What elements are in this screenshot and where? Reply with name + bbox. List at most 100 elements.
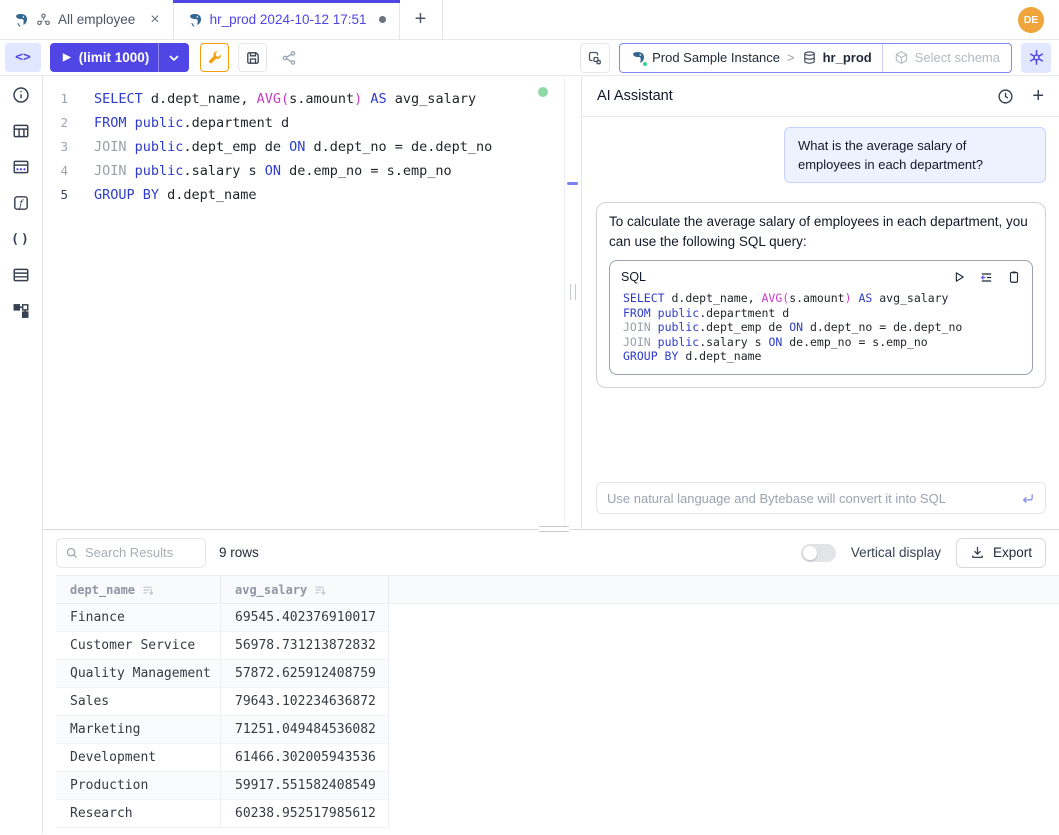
connection-breadcrumb[interactable]: Prod Sample Instance > hr_prod Select sc…	[619, 43, 1012, 73]
save-button[interactable]	[238, 43, 267, 72]
cell-avg-salary[interactable]: 61466.302005943536	[221, 744, 389, 772]
table-icon	[12, 266, 30, 284]
toggle-knob	[803, 546, 817, 560]
editor-scrollbar-strip	[564, 76, 581, 529]
schema-selector[interactable]: Select schema	[882, 44, 1011, 72]
tab-hr-prod[interactable]: hr_prod 2024-10-12 17:51	[174, 0, 400, 39]
search-input[interactable]	[85, 545, 197, 560]
run-options-caret[interactable]	[158, 43, 189, 72]
cell-dept-name[interactable]: Production	[56, 772, 221, 800]
results-table: dept_name avg_salary Finance69545.402376…	[43, 575, 1059, 834]
run-code-icon[interactable]	[952, 270, 966, 284]
sort-icon[interactable]	[314, 584, 326, 596]
functions-panel-button[interactable]: f	[10, 192, 32, 214]
worksheet-code-button[interactable]: <>	[5, 43, 41, 72]
column-header-dept-name[interactable]: dept_name	[56, 576, 221, 603]
wrench-icon	[207, 50, 223, 66]
cell-dept-name[interactable]: Quality Management	[56, 660, 221, 688]
breadcrumb-separator: >	[787, 50, 795, 65]
cell-avg-salary[interactable]: 57872.625912408759	[221, 660, 389, 688]
table-row[interactable]: Finance69545.402376910017	[56, 604, 1059, 632]
table-row[interactable]: Development61466.302005943536	[56, 744, 1059, 772]
sql-editor[interactable]: 12345 SELECT d.dept_name, AVG(s.amount) …	[43, 76, 564, 529]
ai-prompt-input[interactable]	[607, 491, 1012, 506]
tab-label: All employee	[58, 12, 135, 27]
table-icon	[12, 122, 30, 140]
cell-dept-name[interactable]: Marketing	[56, 716, 221, 744]
new-chat-button[interactable]: +	[1032, 86, 1044, 106]
unsaved-dot	[379, 16, 386, 23]
code-language-label: SQL	[621, 267, 646, 287]
cell-avg-salary[interactable]: 59917.551582408549	[221, 772, 389, 800]
cell-avg-salary[interactable]: 71251.049484536082	[221, 716, 389, 744]
scrollbar-thumb[interactable]	[567, 182, 578, 185]
ai-assistant-title: AI Assistant	[597, 88, 673, 104]
table-row[interactable]: Research60238.952517985612	[56, 800, 1059, 828]
table-data-panel-button[interactable]	[10, 156, 32, 178]
cell-dept-name[interactable]: Customer Service	[56, 632, 221, 660]
column-header-avg-salary[interactable]: avg_salary	[221, 576, 389, 603]
cell-avg-salary[interactable]: 60238.952517985612	[221, 800, 389, 828]
ai-assistant-header: AI Assistant +	[582, 76, 1059, 117]
openai-icon	[1028, 49, 1045, 66]
instance-database-selector[interactable]: Prod Sample Instance > hr_prod	[620, 44, 882, 72]
instance-status-dot	[642, 61, 648, 67]
avatar[interactable]: DE	[1018, 7, 1044, 33]
copy-code-icon[interactable]	[1007, 270, 1021, 284]
table-row[interactable]: Quality Management57872.625912408759	[56, 660, 1059, 688]
new-tab-button[interactable]: +	[400, 0, 443, 39]
export-button[interactable]: Export	[956, 538, 1046, 568]
connection-status-dot	[538, 87, 548, 97]
chevron-down-icon	[168, 52, 180, 64]
cell-dept-name[interactable]: Research	[56, 800, 221, 828]
ai-assistant-toggle-button[interactable]	[1021, 43, 1051, 73]
results-search-box[interactable]	[56, 538, 206, 568]
postgres-icon	[187, 12, 203, 28]
ai-chat-area: What is the average salary of employees …	[582, 117, 1059, 482]
vertical-display-toggle[interactable]	[801, 544, 836, 562]
external-tables-panel-button[interactable]	[10, 264, 32, 286]
sql-editor-code[interactable]: SELECT d.dept_name, AVG(s.amount) AS avg…	[79, 87, 492, 529]
table-row[interactable]: Customer Service56978.731213872832	[56, 632, 1059, 660]
assistant-message: To calculate the average salary of emplo…	[596, 202, 1046, 388]
table-row[interactable]: Sales79643.102234636872	[56, 688, 1059, 716]
batch-query-icon	[587, 50, 603, 66]
tab-all-employee[interactable]: All employee ×	[0, 0, 174, 39]
sql-code: SELECT d.dept_name, AVG(s.amount) AS avg…	[610, 288, 1032, 374]
batch-query-button[interactable]	[580, 43, 610, 73]
panel-resize-handle[interactable]	[570, 284, 576, 300]
cell-avg-salary[interactable]: 56978.731213872832	[221, 632, 389, 660]
run-query-button[interactable]: ▶ (limit 1000)	[50, 43, 189, 72]
info-panel-button[interactable]	[10, 84, 32, 106]
left-sidebar: f ()	[0, 76, 43, 834]
cell-avg-salary[interactable]: 69545.402376910017	[221, 604, 389, 632]
database-name: hr_prod	[823, 50, 872, 65]
database-icon	[802, 50, 817, 65]
history-clock-icon[interactable]	[997, 88, 1014, 105]
tables-panel-button[interactable]	[10, 120, 32, 142]
line-number: 4	[43, 159, 68, 183]
cell-dept-name[interactable]: Development	[56, 744, 221, 772]
cell-dept-name[interactable]: Finance	[56, 604, 221, 632]
postgres-icon	[13, 12, 29, 28]
line-number: 1	[43, 87, 68, 111]
format-sql-button[interactable]	[200, 43, 229, 72]
share-icon	[281, 50, 297, 66]
sql-code-block: SQL SELECT d.dept_name, AVG(s.amount) AS…	[609, 260, 1033, 375]
insert-code-icon[interactable]	[979, 270, 994, 285]
table-row[interactable]: Marketing71251.049484536082	[56, 716, 1059, 744]
cell-avg-salary[interactable]: 79643.102234636872	[221, 688, 389, 716]
cell-dept-name[interactable]: Sales	[56, 688, 221, 716]
schema-diagram-panel-button[interactable]	[10, 300, 32, 322]
results-resize-handle[interactable]	[539, 526, 569, 532]
table-row[interactable]: Production59917.551582408549	[56, 772, 1059, 800]
download-icon	[970, 545, 985, 560]
sort-icon[interactable]	[142, 584, 154, 596]
editor-toolbar: <> ▶ (limit 1000)	[0, 40, 1059, 76]
share-button[interactable]	[274, 43, 303, 72]
close-icon[interactable]: ×	[150, 12, 159, 28]
procedures-panel-button[interactable]: ()	[10, 228, 32, 250]
enter-icon	[1020, 491, 1035, 506]
ai-prompt-inputrow	[596, 482, 1046, 514]
group-icon	[36, 12, 51, 27]
